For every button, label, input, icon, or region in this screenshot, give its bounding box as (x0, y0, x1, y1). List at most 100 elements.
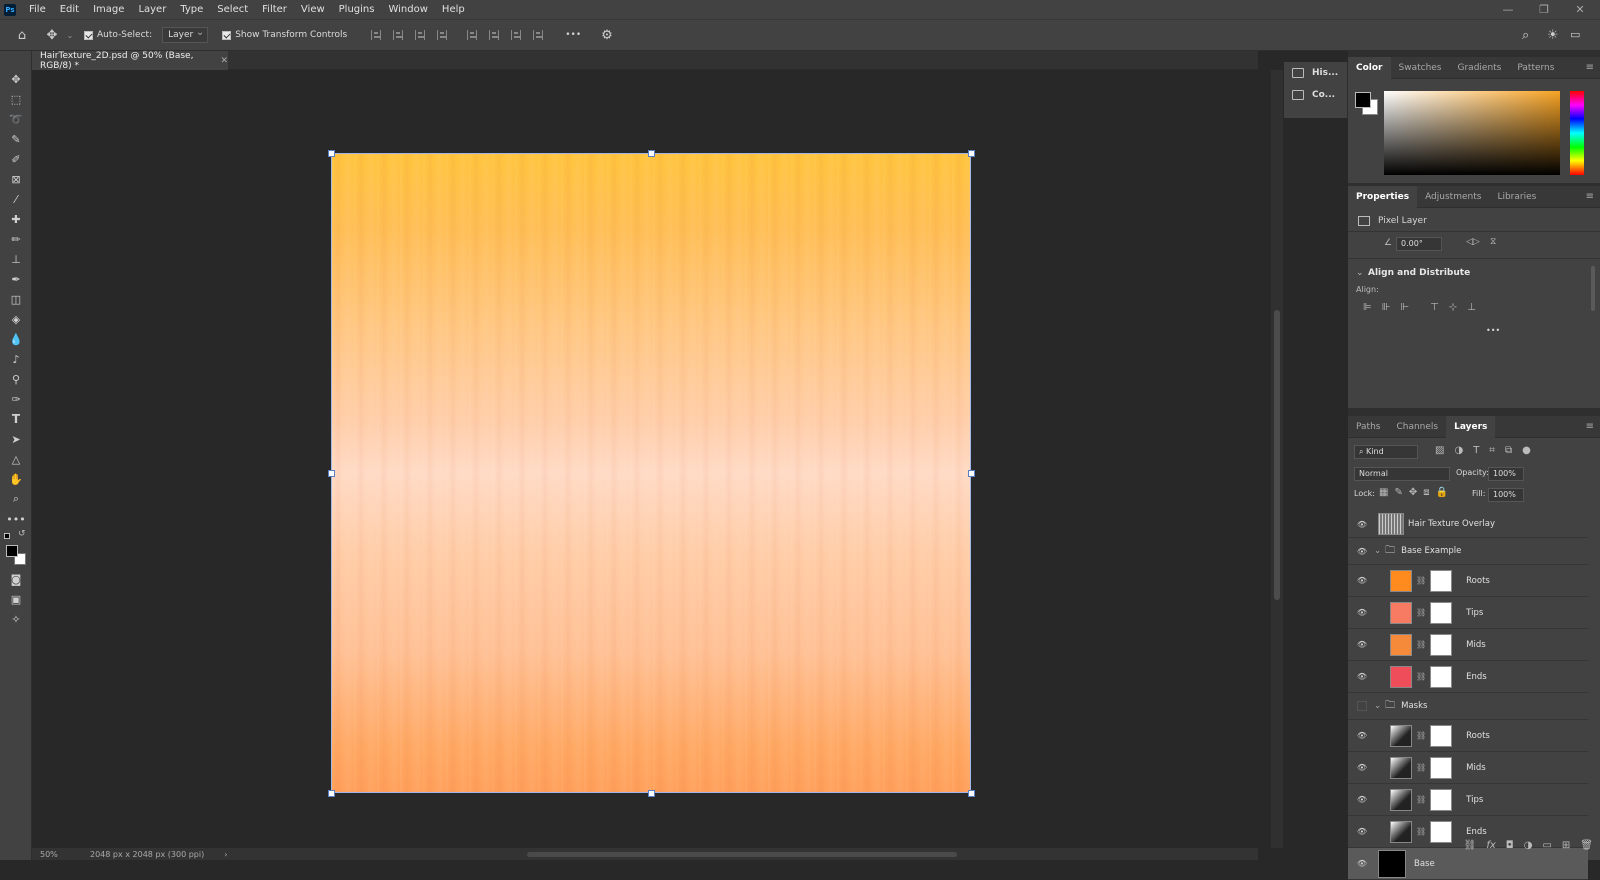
eyedropper-tool-icon[interactable]: ⁄ (0, 189, 32, 209)
transform-handle-bottom[interactable] (648, 790, 655, 797)
more-tools-icon[interactable]: ••• (0, 509, 32, 529)
hair-texture-canvas[interactable] (331, 153, 971, 793)
transform-handle-bottom-right[interactable] (968, 790, 975, 797)
home-icon[interactable]: ⌂ (6, 28, 38, 43)
layer-row[interactable]: ⌄ 🗀 Masks (1348, 693, 1588, 720)
layer-mask-thumbnail[interactable] (1430, 665, 1453, 688)
layer-thumbnail[interactable] (1390, 756, 1412, 779)
filter-adjustment-icon[interactable]: ◑ (1454, 445, 1463, 456)
lock-pixels-icon[interactable]: ✎ (1394, 487, 1402, 498)
healing-brush-tool-icon[interactable]: ✚ (0, 209, 32, 229)
layer-thumbnail[interactable] (1378, 849, 1406, 878)
zoom-smudge-tool-icon[interactable]: ⚲ (0, 369, 32, 389)
layer-row[interactable]: 👁 Base (1348, 848, 1588, 880)
layer-thumbnail[interactable] (1390, 569, 1412, 592)
mask-link-icon[interactable]: ⛓ (1416, 827, 1426, 836)
quick-mask-icon[interactable]: ◙ (0, 569, 32, 589)
tab-gradients[interactable]: Gradients (1450, 57, 1510, 79)
distribute-icon[interactable] (437, 30, 448, 40)
minimize-button[interactable]: — (1494, 0, 1522, 19)
layer-thumbnail[interactable] (1390, 724, 1412, 747)
blur-tool-icon[interactable]: 💧 (0, 329, 32, 349)
transform-handle-top-left[interactable] (328, 150, 335, 157)
visibility-eye-icon[interactable]: 👁 (1354, 795, 1370, 804)
status-menu-arrow[interactable]: › (224, 850, 227, 859)
vertical-scrollbar[interactable] (1271, 70, 1283, 848)
align-bottom-edges-icon[interactable]: ⊥ (1467, 302, 1476, 313)
history-brush-tool-icon[interactable]: ✒ (0, 269, 32, 289)
section-chevron-icon[interactable]: ⌄ (1356, 268, 1364, 278)
visibility-eye-icon[interactable]: 👁 (1354, 672, 1370, 681)
menu-layer[interactable]: Layer (131, 0, 173, 19)
color-picker-field[interactable] (1384, 91, 1560, 175)
link-layers-icon[interactable]: ⛓ (1464, 840, 1477, 851)
lasso-tool-icon[interactable]: ➰ (0, 109, 32, 129)
move-tool-icon[interactable]: ✥ (0, 69, 32, 89)
align-left-icon[interactable] (371, 30, 382, 40)
align-vertical-centers-icon[interactable]: ⊹ (1449, 302, 1457, 313)
flip-horizontal-icon[interactable]: ◁▷ (1466, 237, 1480, 247)
lock-all-icon[interactable]: 🔒 (1436, 487, 1448, 498)
layer-row[interactable]: 👁 ⛓ Roots (1348, 720, 1588, 752)
mask-link-icon[interactable]: ⛓ (1416, 576, 1426, 585)
tab-paths[interactable]: Paths (1348, 416, 1388, 438)
fill-input[interactable]: 100% (1488, 488, 1524, 502)
visibility-eye-icon[interactable]: 👁 (1354, 520, 1370, 529)
more-options-icon[interactable]: ••• (565, 30, 581, 40)
align-left-edges-icon[interactable]: ⊫ (1363, 302, 1372, 313)
layer-row[interactable]: 👁 Hair Texture Overlay (1348, 511, 1588, 538)
group-chevron-icon[interactable]: ⌄ (1374, 546, 1381, 556)
panel-menu-icon[interactable]: ≡ (1586, 62, 1594, 73)
filter-type-icon[interactable]: T (1473, 445, 1479, 456)
panel-menu-icon[interactable]: ≡ (1586, 191, 1594, 202)
delete-layer-icon[interactable]: 🗑 (1580, 840, 1593, 851)
document-tab[interactable]: HairTexture_2D.psd @ 50% (Base, RGB/8) *… (32, 51, 228, 71)
vertical-scroll-thumb[interactable] (1274, 310, 1280, 600)
chevron-down-icon[interactable]: ⌄ (66, 31, 74, 40)
filter-smart-object-icon[interactable]: ⧉ (1505, 445, 1512, 456)
foreground-color-swatch[interactable] (6, 545, 18, 557)
tab-properties[interactable]: Properties (1348, 185, 1418, 208)
shape-tool-icon[interactable]: △ (0, 449, 32, 469)
tab-channels[interactable]: Channels (1388, 416, 1446, 438)
adjustment-layer-icon[interactable]: ◑ (1524, 840, 1533, 851)
paint-bucket-tool-icon[interactable]: ◈ (0, 309, 32, 329)
swap-colors-icon[interactable]: ↺ (18, 529, 26, 539)
layer-row[interactable]: 👁 ⌄ 🗀 Base Example (1348, 538, 1588, 565)
visibility-eye-icon[interactable]: 👁 (1354, 608, 1370, 617)
mask-link-icon[interactable]: ⛓ (1416, 640, 1426, 649)
pen-tool-icon[interactable]: ✑ (0, 389, 32, 409)
auto-select-checkbox[interactable]: Auto-Select: (84, 30, 152, 40)
align-top-edges-icon[interactable]: ⊤ (1430, 302, 1439, 313)
transform-handle-top-right[interactable] (968, 150, 975, 157)
zoom-level[interactable]: 50% (40, 850, 80, 859)
close-tab-icon[interactable]: ✕ (220, 56, 228, 66)
menu-type[interactable]: Type (173, 0, 210, 19)
visibility-eye-icon[interactable]: 👁 (1354, 859, 1370, 868)
panel-menu-icon[interactable]: ≡ (1586, 421, 1594, 432)
transform-handle-bottom-left[interactable] (328, 790, 335, 797)
workspace-icon[interactable]: ▭ (1570, 28, 1580, 41)
discover-icon[interactable]: ☀ (1547, 28, 1559, 43)
zoom-tool-icon[interactable]: ⌕ (0, 489, 32, 509)
group-chevron-icon[interactable]: ⌄ (1374, 701, 1381, 711)
visibility-eye-icon[interactable]: 👁 (1354, 731, 1370, 740)
layer-row[interactable]: 👁 ⛓ Mids (1348, 629, 1588, 661)
default-colors-icon[interactable] (4, 533, 10, 539)
align-right-icon[interactable] (415, 30, 426, 40)
new-group-icon[interactable]: ▭ (1542, 840, 1551, 851)
mask-link-icon[interactable]: ⛓ (1416, 672, 1426, 681)
layer-mask-thumbnail[interactable] (1430, 788, 1453, 811)
layer-thumbnail[interactable] (1390, 665, 1412, 688)
tab-adjustments[interactable]: Adjustments (1417, 186, 1489, 208)
layer-mask-thumbnail[interactable] (1430, 756, 1453, 779)
path-selection-tool-icon[interactable]: ➤ (0, 429, 32, 449)
menu-view[interactable]: View (294, 0, 332, 19)
transform-handle-top[interactable] (648, 150, 655, 157)
filter-toggle-icon[interactable]: ● (1522, 445, 1531, 456)
object-selection-tool-icon[interactable]: ✐ (0, 149, 32, 169)
layer-mask-thumbnail[interactable] (1430, 633, 1453, 656)
color-swatches[interactable]: ↺ (0, 529, 31, 569)
search-icon[interactable]: ⌕ (1522, 28, 1529, 43)
mask-link-icon[interactable]: ⛓ (1416, 763, 1426, 772)
